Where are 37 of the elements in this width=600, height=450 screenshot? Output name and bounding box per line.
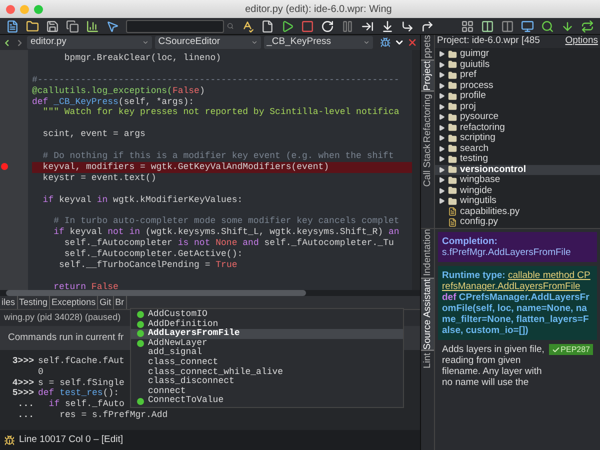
code-line: """ Watch for key presses not reported by Scintilla-level notifica	[42, 107, 400, 118]
code-line: @callutils.log_exceptions(False)	[32, 86, 206, 97]
shell-line: def test_res():	[37, 388, 120, 400]
prompt: 3>>>	[12, 356, 34, 367]
info-text: Commands run in current fr	[8, 330, 124, 345]
prompt: ...	[18, 399, 34, 410]
code-line: # In turbo auto-completer mode some modifier key cancels complet	[52, 216, 400, 228]
window-title: editor.py (edit): ide-6.0.wpr: Wing	[244, 2, 393, 16]
shell-line: res = s.fPrefMgr.Add	[58, 410, 168, 421]
prompt: ...	[18, 410, 34, 421]
code-line: return False	[52, 282, 120, 290]
status-text: Line 10017 Col 0 – [Edit]	[19, 432, 124, 447]
code-line: # Do nothing if this is a modifier key event (e.g. when the shift	[42, 151, 395, 162]
docstring: Adds layers in given file, reading from given filename. Any layer with no name will use the	[442, 344, 546, 388]
shell-line: 0	[37, 366, 44, 378]
shell-line: if self._fAuto	[48, 399, 124, 410]
code-line: keystr = event.text()	[42, 172, 158, 184]
project-title: Project: ide-6.0.wpr [485	[437, 34, 540, 48]
code-line: self._fAutocompleter is not None and self._fAutocompleter._Tu	[63, 238, 395, 250]
code-line: if keyval not in (wgtk.keysyms.Shift_L, wgtk.keysyms.Shift_R) an	[52, 227, 400, 238]
code-line: self._fAutocompleter.GetActive():	[63, 249, 244, 260]
signature: def CPrefsManager.AddLayersFromFile(self, loc, name=None, name_filter=None, flatten_layers=False, custom_io=[])	[442, 292, 590, 336]
code-line: self.__fTurboCancelPending = True	[58, 260, 238, 271]
prompt: 5>>>	[12, 388, 34, 400]
code-line: if keyval in wgtk.kModifierKeyValues:	[42, 194, 244, 206]
shell-line: s = self.fSingle	[37, 378, 124, 388]
completion-value: s.fPrefMgr.AddLayersFromFile	[442, 247, 572, 258]
completion-label: Completion:	[442, 236, 498, 247]
prompt: 4>>>	[12, 378, 34, 388]
shell-line: self.fCache.fAut	[37, 356, 124, 367]
code-line: def _CB_KeyPress(self, *args):	[32, 96, 196, 108]
code-line: #-------------------------------------------------------------------	[32, 74, 400, 86]
process-label: wing.py (pid 34028) (paused)	[4, 311, 121, 324]
pep-badge: PEP287	[548, 344, 593, 355]
runtime-type: Runtime type: callable method CPrefsManager.AddLayersFromFile	[442, 270, 592, 292]
code-line: scint, event = args	[42, 129, 146, 140]
code-line: bpmgr.BreakClear(loc, lineno)	[63, 53, 222, 64]
